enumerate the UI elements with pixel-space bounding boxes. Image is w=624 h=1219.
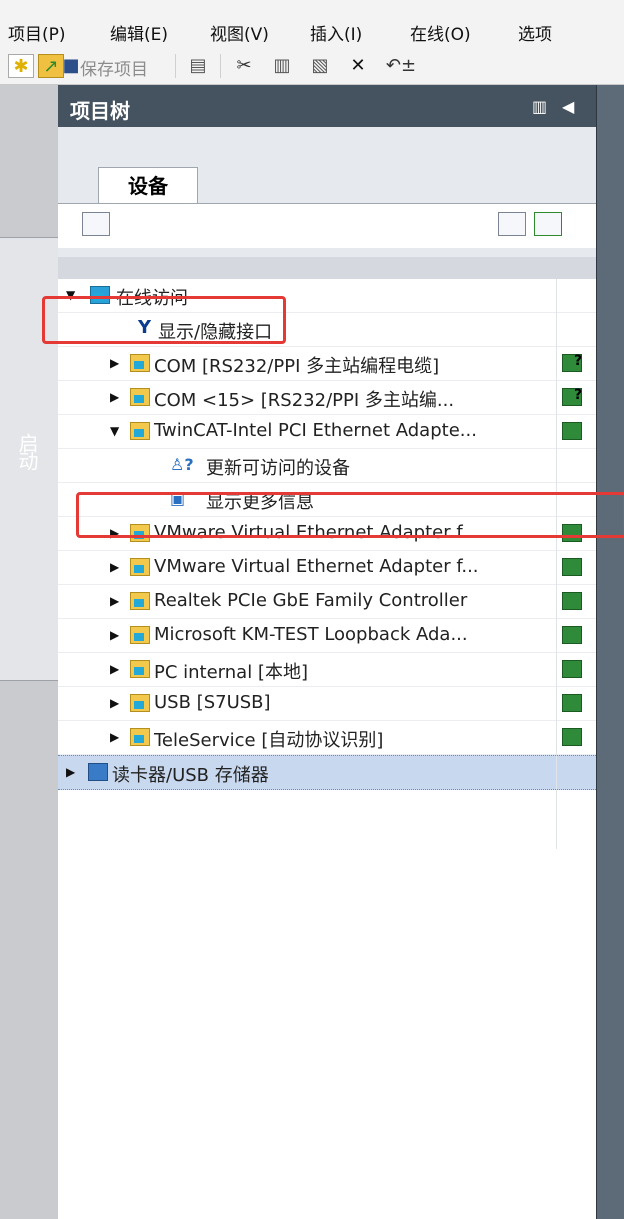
highlight-update-devices <box>76 492 624 538</box>
expand-right-icon[interactable]: ▶ <box>66 765 75 779</box>
tree-label: COM <15> [RS232/PPI 多主站编... <box>154 390 455 411</box>
status-online-icon <box>562 660 582 678</box>
expand-right-icon[interactable]: ▶ <box>110 730 119 744</box>
card-reader-icon <box>88 763 108 781</box>
tree-label: Realtek PCIe GbE Family Controller <box>154 590 468 611</box>
folder-icon <box>130 388 150 406</box>
expand-right-icon[interactable]: ▶ <box>110 356 119 370</box>
tree-label: Microsoft KM-TEST Loopback Ada... <box>154 624 468 645</box>
expand-right-icon[interactable]: ▶ <box>110 390 119 404</box>
menu-insert[interactable]: 插入(I) <box>310 20 362 45</box>
new-project-icon[interactable]: ✱ <box>8 54 34 78</box>
tree-label: TwinCAT-Intel PCI Ethernet Adapte... <box>154 420 477 441</box>
project-tree-panel: 设备 ▼ 在线访问 Y 显示/隐藏接口 ▶ COM [RS232/PPI 多主站… <box>58 127 596 1219</box>
paste-icon[interactable]: ▧ <box>308 54 332 76</box>
folder-icon <box>130 354 150 372</box>
menu-project[interactable]: 项目(P) <box>8 20 66 45</box>
status-column-divider <box>556 279 557 849</box>
folder-icon <box>130 626 150 644</box>
save-icon[interactable]: ■ <box>62 54 80 76</box>
save-project-button[interactable]: 保存项目 <box>80 55 148 80</box>
tree-label: VMware Virtual Ethernet Adapter f... <box>154 556 479 577</box>
folder-icon <box>130 694 150 712</box>
menu-bar: 项目(P) 编辑(E) 视图(V) 插入(I) 在线(O) 选项 <box>0 0 624 46</box>
folder-icon <box>130 728 150 746</box>
expand-right-icon[interactable]: ▶ <box>110 594 119 608</box>
undo-icon[interactable]: ↶± <box>386 54 416 76</box>
expand-right-icon[interactable]: ▶ <box>110 628 119 642</box>
left-rail: 启动 <box>0 85 58 1219</box>
open-project-icon[interactable]: ↗ <box>38 54 64 78</box>
export-icon[interactable] <box>534 212 562 236</box>
expand-right-icon[interactable]: ▶ <box>110 560 119 574</box>
delete-icon[interactable]: ✕ <box>346 54 370 76</box>
tree-label: TeleService [自动协议识别] <box>154 730 384 751</box>
tree-row-twincat[interactable]: ▼ TwinCAT-Intel PCI Ethernet Adapte... <box>58 415 596 449</box>
status-online-icon <box>562 728 582 746</box>
status-online-icon <box>562 626 582 644</box>
tree-label: USB [S7USB] <box>154 692 271 713</box>
tree-row-pc-internal[interactable]: ▶ PC internal [本地] <box>58 653 596 687</box>
update-devices-icon: ♙? <box>170 455 194 474</box>
tree-row-com2[interactable]: ▶ COM <15> [RS232/PPI 多主站编... <box>58 381 596 415</box>
tree-label: 更新可访问的设备 <box>206 458 350 479</box>
network-view-icon[interactable] <box>82 212 110 236</box>
tree-label: COM [RS232/PPI 多主站编程电缆] <box>154 356 440 377</box>
tab-devices[interactable]: 设备 <box>98 167 198 204</box>
status-online-icon <box>562 592 582 610</box>
expand-down-icon[interactable]: ▼ <box>110 424 119 438</box>
copy-icon[interactable]: ▥ <box>270 54 294 76</box>
status-online-icon <box>562 694 582 712</box>
folder-icon <box>130 558 150 576</box>
tree: ▼ 在线访问 Y 显示/隐藏接口 ▶ COM [RS232/PPI 多主站编程电… <box>58 279 596 1219</box>
tree-row-microsoft[interactable]: ▶ Microsoft KM-TEST Loopback Ada... <box>58 619 596 653</box>
tree-row-realtek[interactable]: ▶ Realtek PCIe GbE Family Controller <box>58 585 596 619</box>
start-tab-label: 启动 <box>15 433 39 469</box>
menu-options[interactable]: 选项 <box>518 20 552 45</box>
menu-edit[interactable]: 编辑(E) <box>110 20 168 45</box>
tree-row-update-devices[interactable]: ♙? 更新可访问的设备 <box>58 449 596 483</box>
tree-row-card-reader[interactable]: ▶ 读卡器/USB 存储器 <box>58 755 596 790</box>
menu-online[interactable]: 在线(O) <box>410 20 471 45</box>
sub-toolbar <box>58 203 596 248</box>
menu-view[interactable]: 视图(V) <box>210 20 269 45</box>
tree-label: PC internal [本地] <box>154 662 308 683</box>
folder-icon <box>130 592 150 610</box>
folder-icon <box>130 660 150 678</box>
expand-right-icon[interactable]: ▶ <box>110 662 119 676</box>
tree-label: 读卡器/USB 存储器 <box>112 765 269 786</box>
collapse-left-icon[interactable]: ◀ <box>562 97 574 116</box>
tree-row-com1[interactable]: ▶ COM [RS232/PPI 多主站编程电缆] <box>58 347 596 381</box>
expand-right-icon[interactable]: ▶ <box>110 696 119 710</box>
tree-row-usb[interactable]: ▶ USB [S7USB] <box>58 687 596 721</box>
layout-icon[interactable]: ▥ <box>532 97 547 116</box>
tree-column-header <box>58 257 596 279</box>
status-unknown-icon <box>562 387 582 406</box>
tree-row-vmware2[interactable]: ▶ VMware Virtual Ethernet Adapter f... <box>58 551 596 585</box>
right-edge <box>596 85 624 1219</box>
toolbar: ✱ ↗ ■ 保存项目 ▤ ✂ ▥ ▧ ✕ ↶± <box>0 46 624 85</box>
cut-icon[interactable]: ✂ <box>232 54 256 76</box>
folder-icon <box>130 422 150 440</box>
status-unknown-icon <box>562 353 582 372</box>
project-tree-header: 项目树 ▥ ◀ <box>58 85 596 127</box>
status-online-icon <box>562 558 582 576</box>
overview-icon[interactable] <box>498 212 526 236</box>
status-online-icon <box>562 422 582 440</box>
project-tree-title: 项目树 <box>70 99 130 123</box>
print-icon[interactable]: ▤ <box>186 54 210 76</box>
tree-row-teleservice[interactable]: ▶ TeleService [自动协议识别] <box>58 721 596 755</box>
highlight-online-access <box>42 296 286 344</box>
